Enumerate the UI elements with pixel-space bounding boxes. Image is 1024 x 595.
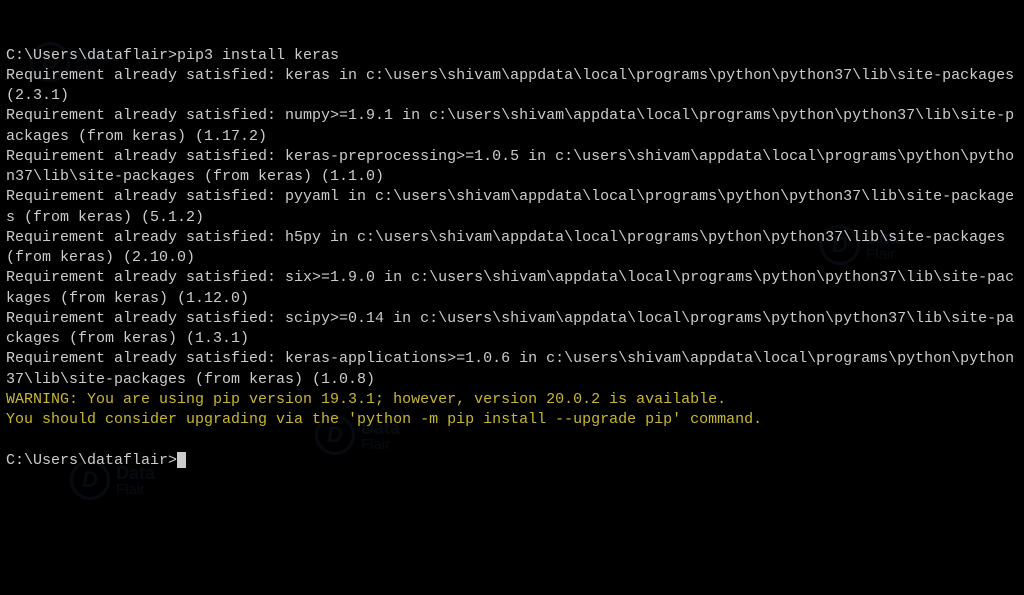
prompt: C:\Users\dataflair> — [6, 47, 177, 64]
output-line: Requirement already satisfied: keras in … — [6, 66, 1018, 107]
output-line: WARNING: You are using pip version 19.3.… — [6, 390, 1018, 410]
prompt-line: C:\Users\dataflair> — [6, 451, 1018, 471]
output-line: Requirement already satisfied: scipy>=0.… — [6, 309, 1018, 350]
output-line: Requirement already satisfied: pyyaml in… — [6, 187, 1018, 228]
output-line: Requirement already satisfied: h5py in c… — [6, 228, 1018, 269]
output-line: Requirement already satisfied: numpy>=1.… — [6, 106, 1018, 147]
prompt: C:\Users\dataflair> — [6, 452, 177, 469]
output-line: Requirement already satisfied: six>=1.9.… — [6, 268, 1018, 309]
output-line: You should consider upgrading via the 'p… — [6, 410, 1018, 430]
output-line: Requirement already satisfied: keras-pre… — [6, 147, 1018, 188]
terminal-window[interactable]: C:\Users\dataflair>pip3 install kerasReq… — [0, 0, 1024, 496]
output-line: Requirement already satisfied: keras-app… — [6, 349, 1018, 390]
command-line: C:\Users\dataflair>pip3 install keras — [6, 46, 1018, 66]
output-lines: Requirement already satisfied: keras in … — [6, 66, 1018, 431]
command-input: pip3 install keras — [177, 47, 339, 64]
cursor — [177, 452, 186, 468]
